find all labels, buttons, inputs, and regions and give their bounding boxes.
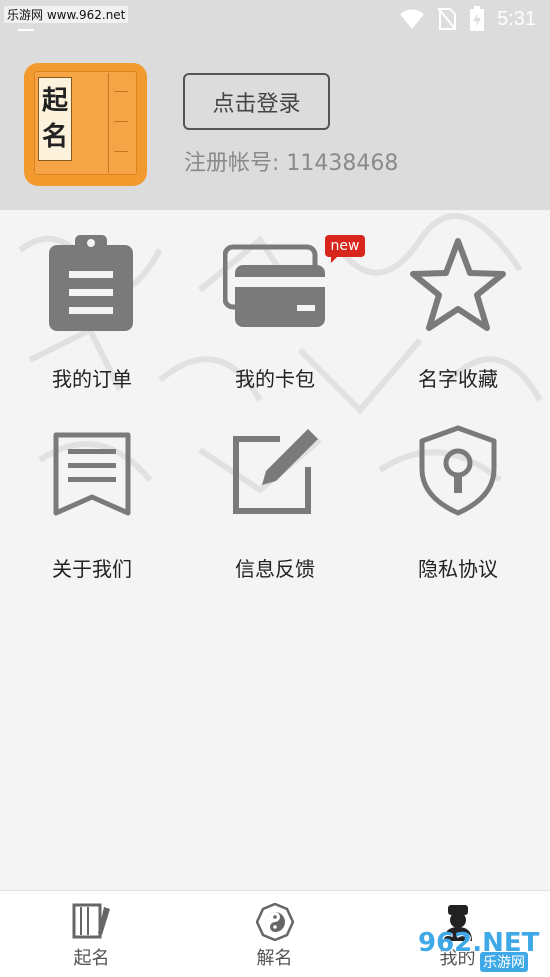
no-sim-icon — [437, 7, 457, 31]
account-number: 注册帐号: 11438468 — [184, 151, 399, 176]
bagua-icon — [255, 903, 294, 941]
wifi-icon — [400, 9, 425, 29]
book-pen-icon — [72, 903, 110, 939]
tab-interpret[interactable]: 解名 — [183, 891, 366, 977]
clipboard-icon — [49, 235, 133, 331]
new-badge: new — [325, 235, 365, 263]
menu-item-label: 隐私协议 — [418, 557, 498, 581]
tab-label: 起名 — [73, 948, 110, 969]
tab-naming[interactable]: 起名 — [0, 891, 183, 977]
wallet-card-icon — [223, 244, 325, 327]
profile-header: 起 名 点击登录 注册帐号: 11438468 — [0, 40, 550, 210]
menu-item-label: 我的订单 — [52, 367, 132, 391]
menu-item-label: 名字收藏 — [418, 367, 498, 391]
menu-item-about[interactable]: 关于我们 — [12, 425, 172, 585]
menu-item-privacy[interactable]: 隐私协议 — [378, 425, 538, 585]
app-logo: 起 名 — [24, 63, 147, 186]
document-icon — [53, 432, 131, 516]
tab-label: 解名 — [256, 948, 293, 969]
corner-watermark: 962.NET 乐游网 — [418, 928, 546, 974]
menu-item-favorites[interactable]: 名字收藏 — [378, 235, 538, 395]
logo-label: 起 名 — [38, 77, 72, 161]
clock: 5:31 — [497, 7, 536, 30]
menu-item-feedback[interactable]: 信息反馈 — [195, 425, 355, 585]
menu-icon[interactable] — [18, 29, 34, 31]
edit-icon — [233, 429, 318, 514]
battery-charging-icon — [470, 6, 485, 31]
login-button[interactable]: 点击登录 — [183, 73, 330, 130]
menu-item-label: 我的卡包 — [235, 367, 315, 391]
shield-lock-icon — [419, 425, 497, 516]
menu-item-label: 信息反馈 — [235, 557, 315, 581]
menu-item-label: 关于我们 — [52, 557, 132, 581]
watermark-text: 乐游网 www.962.net — [4, 6, 129, 23]
menu-item-orders[interactable]: 我的订单 — [12, 235, 172, 395]
status-bar: 乐游网 www.962.net 5:31 — [0, 0, 550, 40]
star-icon — [410, 238, 506, 331]
status-icons: 5:31 — [399, 6, 536, 32]
watermark-site: 乐游网 — [480, 952, 528, 972]
